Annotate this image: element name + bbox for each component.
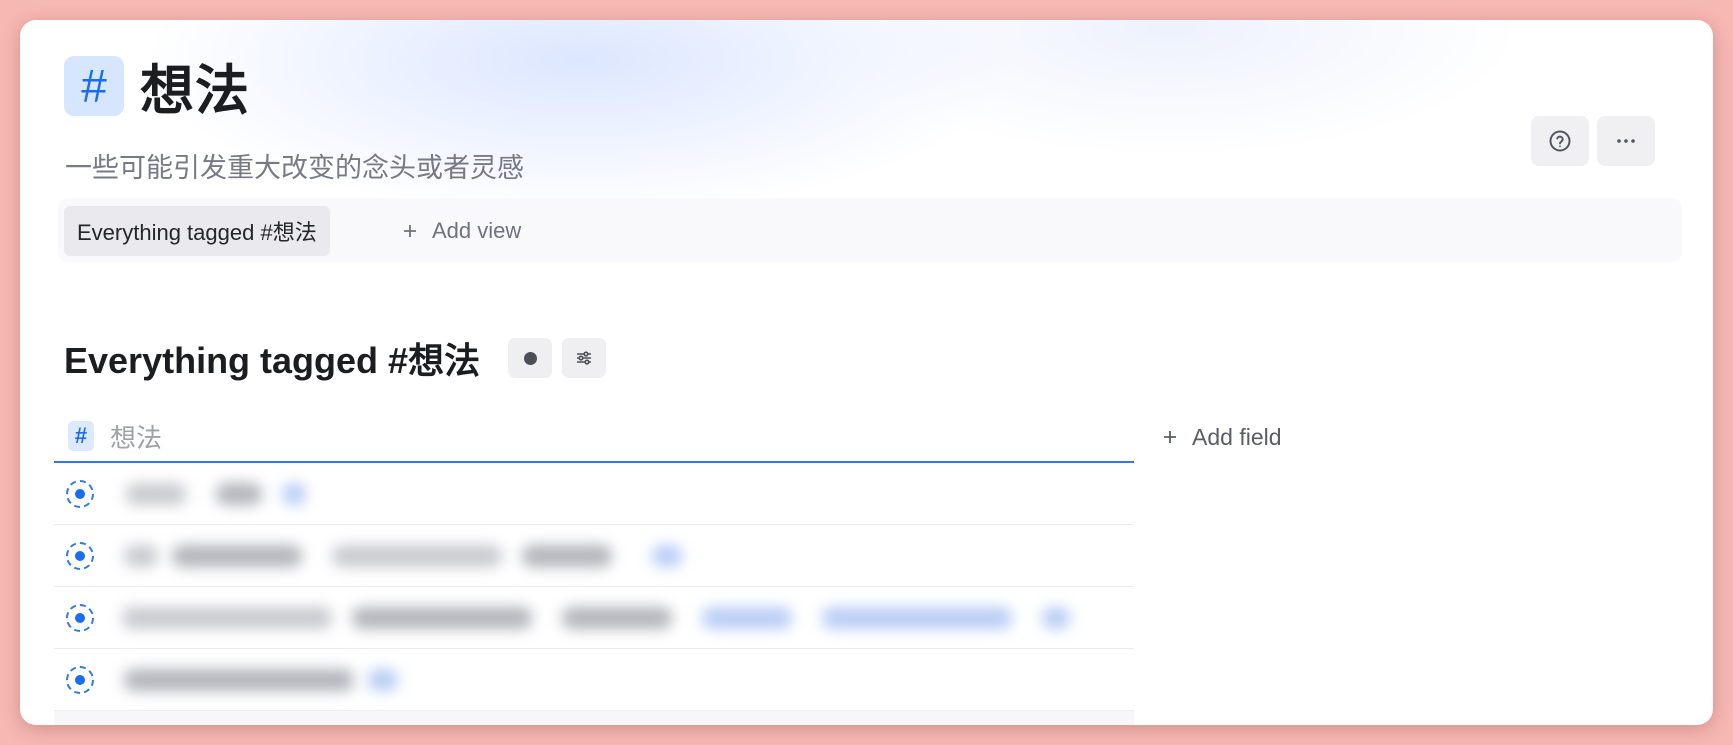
help-circle-icon [1549, 130, 1571, 152]
view-header: Everything tagged #想法 [64, 332, 607, 384]
tag-bullet-icon[interactable] [66, 479, 94, 508]
add-view-button[interactable]: Add view [402, 206, 521, 256]
sliders-icon [577, 351, 592, 365]
help-button[interactable] [1531, 116, 1589, 166]
new-row-placeholder[interactable] [54, 711, 1134, 725]
tag-badge[interactable]: # [64, 55, 124, 116]
tag-bullet-icon[interactable] [66, 665, 94, 694]
add-field-button[interactable]: Add field [1162, 415, 1282, 459]
views-bar: Everything tagged #想法 Add view [58, 198, 1682, 262]
table-row[interactable] [54, 649, 1134, 711]
plus-icon [404, 225, 416, 237]
table-row[interactable] [54, 525, 1134, 587]
add-view-label: Add view [432, 218, 522, 243]
page-header: # 想法 [64, 46, 250, 125]
more-button[interactable] [1597, 116, 1655, 166]
row-content-redacted [112, 525, 1134, 586]
table-header: # 想法 [54, 411, 1134, 463]
table-row[interactable] [54, 587, 1134, 649]
column-tag-icon: # [68, 421, 94, 451]
dot-icon [523, 351, 537, 365]
row-content-redacted [112, 587, 1134, 648]
column-header-name[interactable]: 想法 [110, 418, 162, 455]
tag-bullet-icon[interactable] [66, 541, 94, 570]
add-field-label: Add field [1192, 423, 1282, 450]
tag-bullet-icon[interactable] [66, 603, 94, 632]
view-title[interactable]: Everything tagged #想法 [64, 332, 480, 384]
display-options-button[interactable] [508, 338, 553, 378]
view-tab-everything[interactable]: Everything tagged #想法 [64, 206, 330, 256]
row-content-redacted [112, 649, 1134, 710]
page-title[interactable]: 想法 [140, 46, 250, 125]
row-content-redacted [112, 463, 1134, 524]
table-row[interactable] [54, 463, 1134, 525]
page-description[interactable]: 一些可能引发重大改变的念头或者灵感 [65, 146, 524, 185]
tag-table: # 想法 [54, 411, 1134, 725]
view-settings-button[interactable] [562, 338, 607, 378]
app-window: # 想法 一些可能引发重大改变的念头或者灵感 Everything tagged… [20, 20, 1713, 725]
plus-icon [1164, 431, 1176, 443]
more-horizontal-icon [1617, 139, 1635, 143]
header-actions [1531, 116, 1655, 166]
